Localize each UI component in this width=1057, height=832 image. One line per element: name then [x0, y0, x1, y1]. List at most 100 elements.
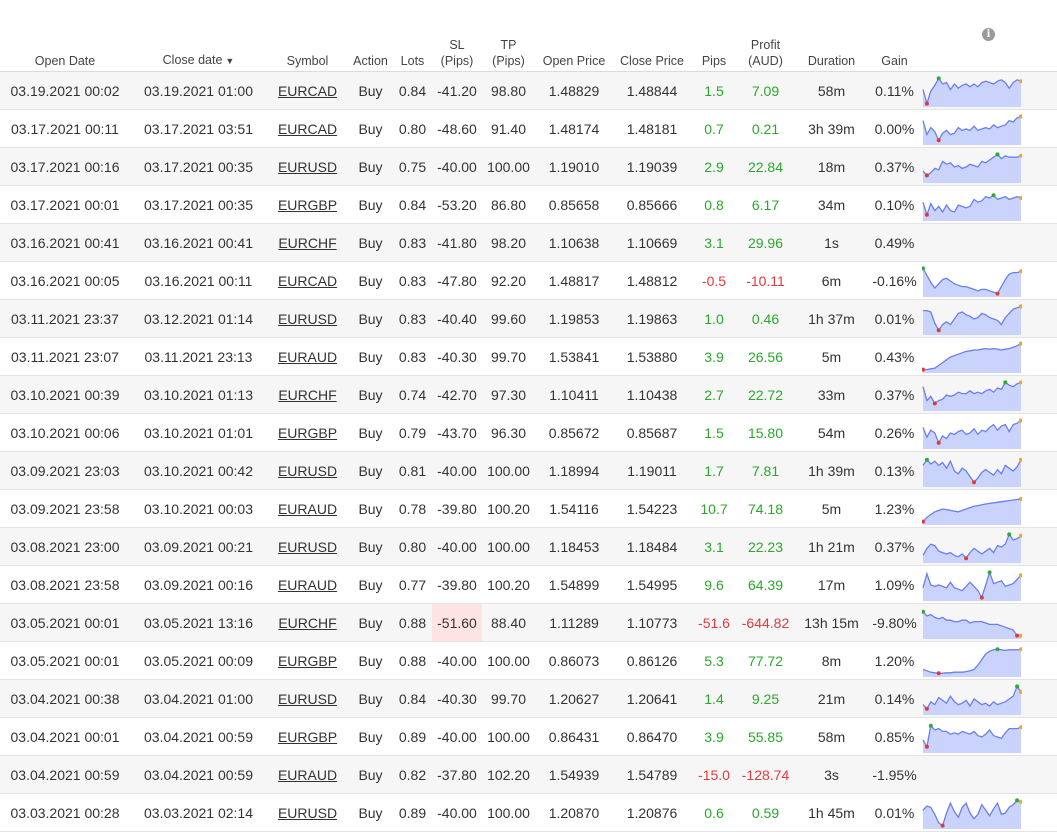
symbol-link[interactable]: EURUSD — [278, 539, 337, 555]
cell-symbol[interactable]: EURCHF — [267, 224, 348, 262]
table-row[interactable]: 03.16.2021 00:41 03.16.2021 00:41 EURCHF Bu… — [0, 223, 1057, 262]
sparkline-low-marker — [972, 479, 976, 484]
cell-symbol[interactable]: EURCAD — [267, 72, 348, 110]
table-row[interactable]: 03.04.2021 00:59 03.04.2021 00:59 EURAUD Bu… — [0, 755, 1057, 794]
table-row[interactable]: 03.17.2021 00:01 03.17.2021 00:35 EURGBP Bu… — [0, 185, 1057, 224]
symbol-link[interactable]: EURUSD — [278, 463, 337, 479]
sparkline-low-marker — [995, 291, 1000, 296]
col-close-price[interactable]: Close Price — [613, 0, 691, 72]
cell-symbol[interactable]: EURAUD — [267, 566, 348, 604]
symbol-link[interactable]: EURGBP — [278, 425, 337, 441]
cell-symbol[interactable]: EURAUD — [267, 490, 348, 528]
cell-sparkline — [920, 528, 1057, 566]
symbol-link[interactable]: EURCHF — [278, 387, 336, 403]
table-row[interactable]: 03.10.2021 00:39 03.10.2021 01:13 EURCHF Bu… — [0, 375, 1057, 414]
cell-symbol[interactable]: EURCAD — [267, 262, 348, 300]
symbol-link[interactable]: EURUSD — [278, 159, 337, 175]
table-row[interactable]: 03.16.2021 00:05 03.16.2021 00:11 EURCAD Bu… — [0, 261, 1057, 300]
cell-open-price: 1.54116 — [549, 500, 599, 517]
cell-symbol[interactable]: EURCHF — [267, 604, 348, 642]
symbol-link[interactable]: EURUSD — [278, 311, 337, 327]
symbol-link[interactable]: EURAUD — [278, 577, 337, 593]
cell-symbol[interactable]: EURUSD — [267, 300, 348, 338]
table-row[interactable]: 03.17.2021 00:11 03.17.2021 03:51 EURCAD Bu… — [0, 109, 1057, 148]
cell-symbol[interactable]: EURUSD — [267, 528, 348, 566]
symbol-link[interactable]: EURGBP — [278, 197, 337, 213]
cell-symbol[interactable]: EURAUD — [267, 338, 348, 376]
col-lots[interactable]: Lots — [393, 0, 432, 72]
table-row[interactable]: 03.19.2021 00:02 03.19.2021 01:00 EURCAD Bu… — [0, 71, 1057, 110]
symbol-link[interactable]: EURCAD — [278, 273, 337, 289]
symbol-link[interactable]: EURUSD — [278, 691, 337, 707]
table-row[interactable]: 03.05.2021 00:01 03.05.2021 00:09 EURGBP Bu… — [0, 641, 1057, 680]
cell-close-date: 03.16.2021 00:11 — [144, 272, 253, 289]
cell-pips: 0.8 — [704, 196, 724, 213]
col-symbol[interactable]: Symbol — [267, 0, 348, 72]
table-row[interactable]: 03.08.2021 23:00 03.09.2021 00:21 EURUSD Bu… — [0, 527, 1057, 566]
cell-symbol[interactable]: EURAUD — [267, 756, 348, 794]
cell-symbol[interactable]: EURUSD — [267, 452, 348, 490]
table-row[interactable]: 03.09.2021 23:03 03.10.2021 00:42 EURUSD Bu… — [0, 451, 1057, 490]
cell-symbol[interactable]: EURCHF — [267, 376, 348, 414]
col-open-price[interactable]: Open Price — [535, 0, 613, 72]
cell-close-date: 03.04.2021 00:59 — [144, 728, 253, 745]
cell-symbol[interactable]: EURGBP — [267, 414, 348, 452]
cell-symbol[interactable]: EURUSD — [267, 148, 348, 186]
col-action[interactable]: Action — [348, 0, 393, 72]
symbol-link[interactable]: EURCHF — [278, 615, 336, 631]
cell-open-date: 03.10.2021 00:39 — [10, 386, 120, 403]
sort-desc-icon[interactable]: ▼ — [225, 56, 234, 66]
cell-open-price: 1.20870 — [548, 804, 600, 821]
cell-open-price: 1.10638 — [548, 234, 600, 251]
cell-symbol[interactable]: EURGBP — [267, 642, 348, 680]
col-close-date[interactable]: Close date ▼ — [130, 0, 267, 72]
table-row[interactable]: 03.05.2021 00:01 03.05.2021 13:16 EURCHF Bu… — [0, 603, 1057, 642]
col-duration[interactable]: Duration — [794, 0, 869, 72]
cell-action: Buy — [358, 766, 383, 783]
symbol-link[interactable]: EURUSD — [278, 805, 337, 821]
table-row[interactable]: 03.11.2021 23:07 03.11.2021 23:13 EURAUD Bu… — [0, 337, 1057, 376]
cell-symbol[interactable]: EURCAD — [267, 110, 348, 148]
cell-pips: 0.7 — [704, 120, 724, 137]
symbol-link[interactable]: EURCHF — [278, 235, 336, 251]
cell-profit: 55.85 — [747, 728, 784, 745]
cell-sparkline — [920, 338, 1057, 376]
sparkline-chart — [922, 496, 1022, 525]
table-row[interactable]: 03.17.2021 00:16 03.17.2021 00:35 EURUSD Bu… — [0, 147, 1057, 186]
symbol-link[interactable]: EURCAD — [278, 83, 337, 99]
table-row[interactable]: 03.03.2021 00:28 03.03.2021 02:14 EURUSD Bu… — [0, 793, 1057, 832]
cell-close-price: 1.10773 — [626, 614, 678, 631]
cell-symbol[interactable]: EURUSD — [267, 794, 348, 832]
cell-sparkline — [920, 72, 1057, 110]
cell-symbol[interactable]: EURGBP — [267, 718, 348, 756]
col-tp[interactable]: TP (Pips) — [482, 0, 535, 72]
symbol-link[interactable]: EURCAD — [278, 121, 337, 137]
table-row[interactable]: 03.04.2021 00:01 03.04.2021 00:59 EURGBP Bu… — [0, 717, 1057, 756]
table-row[interactable]: 03.04.2021 00:38 03.04.2021 01:00 EURUSD Bu… — [0, 679, 1057, 718]
cell-tp: 102.20 — [487, 766, 530, 783]
col-open-date[interactable]: Open Date — [0, 0, 130, 72]
table-row[interactable]: 03.11.2021 23:37 03.12.2021 01:14 EURUSD Bu… — [0, 299, 1057, 338]
col-profit[interactable]: Profit (AUD) — [737, 0, 794, 72]
cell-symbol[interactable]: EURUSD — [267, 680, 348, 718]
cell-tp: 100.00 — [487, 804, 530, 821]
sparkline-chart — [922, 341, 1022, 373]
cell-action: Buy — [358, 804, 383, 821]
table-row[interactable]: 03.10.2021 00:06 03.10.2021 01:01 EURGBP Bu… — [0, 413, 1057, 452]
symbol-link[interactable]: EURGBP — [278, 729, 337, 745]
table-row[interactable]: 03.08.2021 23:58 03.09.2021 00:16 EURAUD Bu… — [0, 565, 1057, 604]
info-icon[interactable]: i — [982, 28, 995, 41]
cell-pips: 1.7 — [704, 462, 724, 479]
sparkline-chart — [922, 417, 1022, 449]
symbol-link[interactable]: EURAUD — [278, 501, 337, 517]
col-sl[interactable]: SL (Pips) — [432, 0, 482, 72]
symbol-link[interactable]: EURGBP — [278, 653, 337, 669]
cell-symbol[interactable]: EURGBP — [267, 186, 348, 224]
col-pips[interactable]: Pips — [691, 0, 737, 72]
cell-lots: 0.78 — [398, 500, 427, 517]
col-gain[interactable]: Gain — [869, 0, 920, 72]
table-row[interactable]: 03.09.2021 23:58 03.10.2021 00:03 EURAUD Bu… — [0, 489, 1057, 528]
symbol-link[interactable]: EURAUD — [278, 767, 337, 783]
symbol-link[interactable]: EURAUD — [278, 349, 337, 365]
cell-lots: 0.81 — [398, 462, 427, 479]
